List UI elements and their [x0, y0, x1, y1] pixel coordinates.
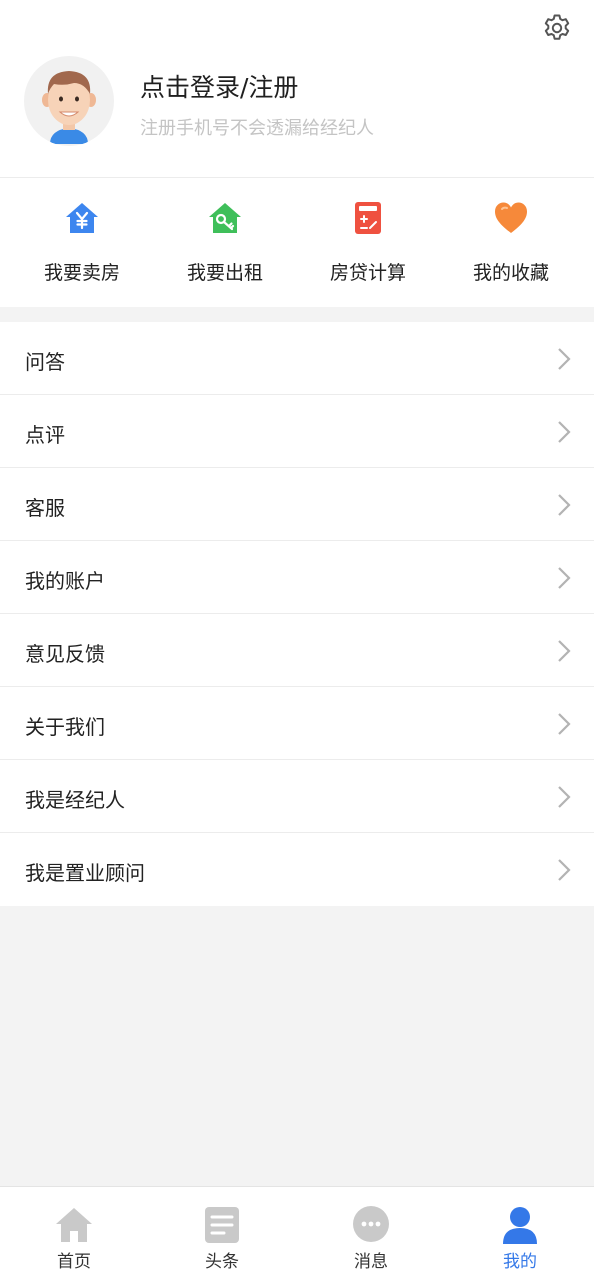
news-icon	[205, 1207, 239, 1243]
tab-label: 消息	[354, 1252, 388, 1272]
calculator-icon	[355, 202, 381, 234]
chevron-right-icon	[558, 421, 571, 443]
menu-item-label: 点评	[25, 423, 65, 447]
menu-item-customer-service[interactable]: 客服	[0, 468, 594, 541]
menu-item-label: 我是经纪人	[25, 788, 125, 812]
tab-label: 我的	[503, 1252, 537, 1272]
avatar[interactable]	[24, 56, 114, 146]
tab-news[interactable]: 头条	[148, 1187, 296, 1280]
tab-mine[interactable]: 我的	[446, 1187, 594, 1280]
menu-item-label: 我的账户	[25, 569, 105, 593]
chevron-right-icon	[558, 859, 571, 881]
menu-item-feedback[interactable]: 意见反馈	[0, 614, 594, 687]
chevron-right-icon	[558, 567, 571, 589]
mortgage-calculator-button[interactable]: 房贷计算	[294, 178, 442, 307]
quick-actions: 我要卖房 我要出租 房贷计算 我的收藏	[0, 178, 594, 307]
chevron-right-icon	[558, 786, 571, 808]
bottom-tab-bar: 首页 头条 消息 我的	[0, 1186, 594, 1280]
menu-item-qa[interactable]: 问答	[0, 322, 594, 395]
chevron-right-icon	[558, 713, 571, 735]
avatar-cartoon-icon	[42, 71, 96, 144]
menu-item-label: 我是置业顾问	[25, 861, 145, 885]
menu-item-about-us[interactable]: 关于我们	[0, 687, 594, 760]
favorites-button[interactable]: 我的收藏	[437, 178, 585, 307]
menu-item-property-consultant[interactable]: 我是置业顾问	[0, 833, 594, 906]
rent-out-button[interactable]: 我要出租	[151, 178, 299, 307]
favorites-label: 我的收藏	[472, 262, 549, 284]
heart-icon	[495, 202, 527, 233]
login-subtitle: 注册手机号不会透漏给经纪人	[140, 118, 374, 139]
menu-item-label: 客服	[25, 496, 65, 520]
menu-item-reviews[interactable]: 点评	[0, 395, 594, 468]
menu-item-label: 问答	[25, 350, 65, 374]
gear-icon[interactable]	[541, 12, 573, 44]
menu-item-agent[interactable]: 我是经纪人	[0, 760, 594, 833]
chat-bubble-icon	[353, 1206, 389, 1242]
tab-label: 首页	[57, 1252, 91, 1272]
chevron-right-icon	[558, 640, 571, 662]
house-yen-icon	[66, 203, 98, 233]
chevron-right-icon	[558, 494, 571, 516]
profile-header: 点击登录/注册 注册手机号不会透漏给经纪人	[0, 0, 594, 178]
settings-menu: 问答 点评 客服 我的账户 意见反馈 关于我们 我是经纪人 我是置业顾问	[0, 322, 594, 906]
menu-item-label: 意见反馈	[25, 642, 105, 666]
tab-label: 头条	[205, 1252, 239, 1272]
menu-item-label: 关于我们	[25, 715, 105, 739]
menu-item-my-account[interactable]: 我的账户	[0, 541, 594, 614]
sell-house-button[interactable]: 我要卖房	[8, 178, 156, 307]
home-icon	[56, 1208, 92, 1242]
user-icon	[503, 1207, 537, 1244]
sell-house-label: 我要卖房	[43, 262, 120, 284]
tab-messages[interactable]: 消息	[297, 1187, 445, 1280]
mortgage-calculator-label: 房贷计算	[329, 262, 406, 284]
house-key-icon	[209, 203, 241, 233]
chevron-right-icon	[558, 348, 571, 370]
login-title[interactable]: 点击登录/注册	[140, 68, 298, 104]
rent-out-label: 我要出租	[186, 262, 263, 284]
tab-home[interactable]: 首页	[0, 1187, 148, 1280]
